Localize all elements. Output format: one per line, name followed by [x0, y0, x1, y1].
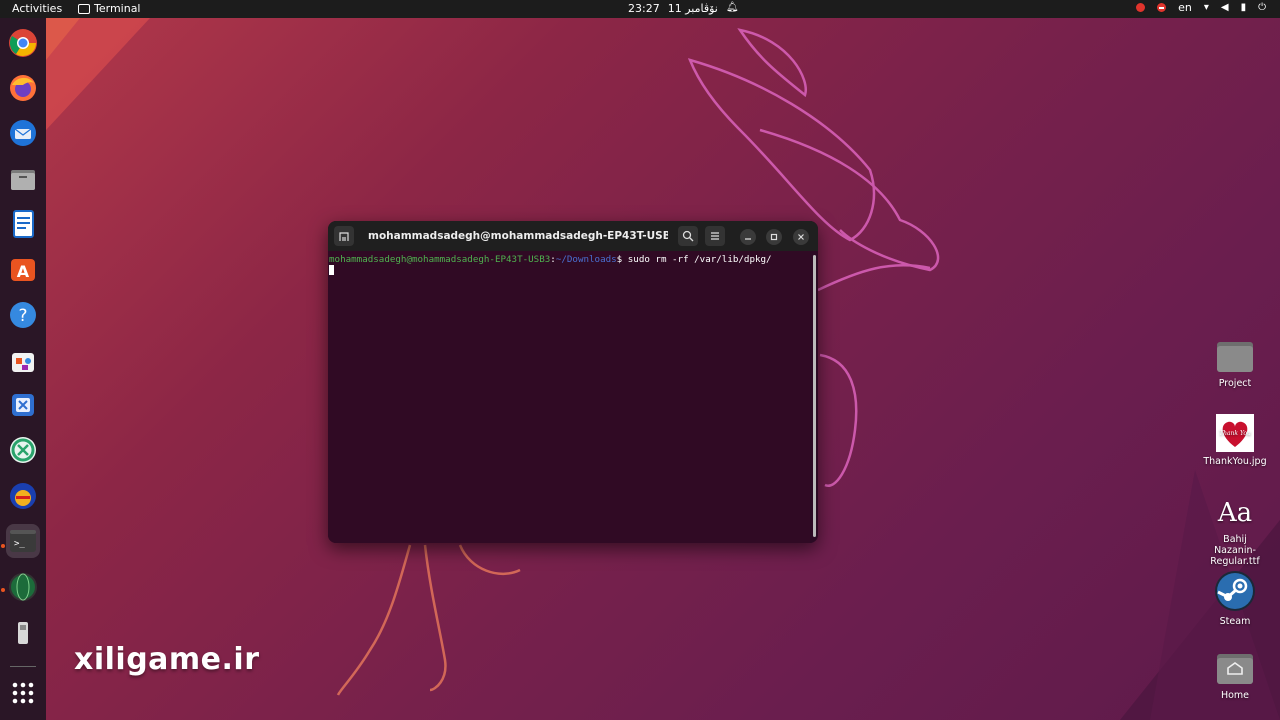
terminal-scrollbar[interactable]	[813, 255, 816, 537]
desktop-icon-steam[interactable]: Steam	[1200, 570, 1270, 627]
desktop-icon-label: Steam	[1219, 616, 1251, 627]
text-cursor	[329, 265, 334, 275]
new-tab-icon	[339, 232, 349, 241]
minimize-icon	[745, 238, 751, 240]
maximize-button[interactable]	[766, 229, 782, 245]
volume-icon: ◀	[1220, 2, 1229, 13]
thunderbird-icon	[10, 120, 36, 146]
prompt-user: mohammadsadegh@mohammadsadegh-EP43T-USB3	[329, 254, 551, 265]
dock: A ? >_	[0, 18, 46, 720]
dock-help[interactable]: ?	[6, 298, 40, 332]
terminal-header[interactable]: mohammadsadegh@mohammadsadegh-EP43T-USB3…	[328, 221, 818, 251]
dock-chrome[interactable]	[6, 26, 40, 60]
terminal-icon	[78, 3, 90, 14]
folder-icon	[1217, 342, 1253, 372]
terminal-icon: >_	[10, 530, 36, 552]
steam-icon	[1215, 571, 1255, 611]
record-indicator-icon	[1136, 3, 1146, 12]
app-grid-icon	[12, 682, 34, 704]
top-bar: Activities Terminal 23:27 11 نۆڤامبر 🔔︎ …	[0, 0, 1280, 18]
app-center-icon: A	[11, 259, 35, 281]
usb-drive-icon	[18, 622, 28, 644]
app-menu[interactable]: Terminal	[78, 2, 141, 15]
running-indicator	[1, 588, 5, 592]
search-button[interactable]	[678, 226, 698, 246]
hamburger-icon	[711, 232, 719, 240]
app-name: Terminal	[94, 2, 141, 15]
dock-audio-app[interactable]	[6, 479, 40, 513]
dock-firefox[interactable]	[6, 71, 40, 105]
watermark-text: xiligame.ir	[74, 642, 260, 677]
crossover-icon	[10, 437, 36, 463]
image-file-icon: Thank You	[1216, 414, 1254, 452]
terminal-body[interactable]: mohammadsadegh@mohammadsadegh-EP43T-USB3…	[328, 251, 810, 543]
system-tray[interactable]: en ▾ ◀ ▮ ⏻	[1136, 1, 1266, 14]
running-indicator	[1, 544, 5, 548]
firefox-icon	[10, 75, 36, 101]
dock-usb-drive[interactable]	[6, 616, 40, 650]
desktop-icon-project[interactable]: Project	[1200, 338, 1270, 389]
dock-software[interactable]	[6, 343, 40, 377]
close-icon	[798, 234, 804, 240]
minimize-button[interactable]	[740, 229, 756, 245]
svg-text:>_: >_	[14, 539, 25, 549]
help-icon: ?	[10, 302, 36, 328]
chrome-icon	[9, 29, 37, 57]
microphone-icon: ▮	[1240, 2, 1247, 13]
desktop-icon-home[interactable]: Home	[1200, 650, 1270, 701]
terminal-title: mohammadsadegh@mohammadsadegh-EP43T-USB3…	[368, 230, 668, 242]
thank-you-text: Thank You	[1219, 430, 1251, 437]
dock-crossover[interactable]	[6, 433, 40, 467]
prompt-symbol: $	[616, 254, 628, 265]
dock-show-apps[interactable]	[6, 676, 40, 710]
desktop-icon-label: Home	[1220, 690, 1250, 701]
desktop-icon-thankyou[interactable]: Thank You ThankYou.jpg	[1200, 414, 1270, 467]
folder-icon	[11, 170, 35, 190]
do-not-disturb-icon	[1157, 3, 1167, 12]
power-icon: ⏻	[1258, 2, 1266, 13]
font-file-icon: Aa	[1217, 498, 1253, 528]
dock-writer[interactable]	[6, 207, 40, 241]
new-tab-button[interactable]	[334, 226, 354, 246]
svg-text:?: ?	[18, 306, 27, 326]
globe-icon	[9, 573, 37, 601]
wifi-icon: ▾	[1203, 2, 1209, 13]
home-folder-icon	[1217, 654, 1253, 684]
dock-thunderbird[interactable]	[6, 116, 40, 150]
maximize-icon	[770, 233, 778, 241]
desktop-icon-label: Bahij Nazanin-Regular.ttf	[1210, 534, 1260, 567]
dock-xampp[interactable]	[6, 388, 40, 422]
prompt-path: ~/Downloads	[555, 254, 617, 265]
dock-globe-app[interactable]	[6, 570, 40, 604]
activities-button[interactable]: Activities	[12, 2, 62, 15]
software-icon	[12, 353, 34, 372]
desktop-icon-font[interactable]: Aa Bahij Nazanin-Regular.ttf	[1200, 496, 1270, 567]
clock[interactable]: 23:27 11 نۆڤامبر 🔔︎	[628, 2, 739, 15]
bell-icon: 🔔︎	[725, 2, 739, 13]
menu-button[interactable]	[705, 226, 725, 246]
audio-app-icon	[10, 483, 36, 509]
language-indicator[interactable]: en	[1178, 1, 1192, 14]
search-icon	[682, 230, 694, 242]
dock-terminal[interactable]: >_	[6, 524, 40, 558]
terminal-window[interactable]: mohammadsadegh@mohammadsadegh-EP43T-USB3…	[328, 221, 818, 543]
command-text: sudo rm -rf /var/lib/dpkg/	[627, 254, 772, 265]
close-button[interactable]	[793, 229, 809, 245]
clock-time: 23:27	[628, 2, 660, 15]
xampp-icon	[12, 394, 34, 416]
clock-date: 11 نۆڤامبر	[667, 2, 718, 15]
desktop-icon-label: ThankYou.jpg	[1203, 456, 1267, 467]
desktop-icon-label: Project	[1218, 378, 1252, 389]
dock-separator	[10, 666, 36, 667]
command-line: mohammadsadegh@mohammadsadegh-EP43T-USB3…	[329, 254, 772, 265]
svg-text:A: A	[17, 262, 30, 281]
dock-files[interactable]	[6, 162, 40, 196]
dock-app-center[interactable]: A	[6, 252, 40, 286]
document-icon	[13, 210, 34, 238]
